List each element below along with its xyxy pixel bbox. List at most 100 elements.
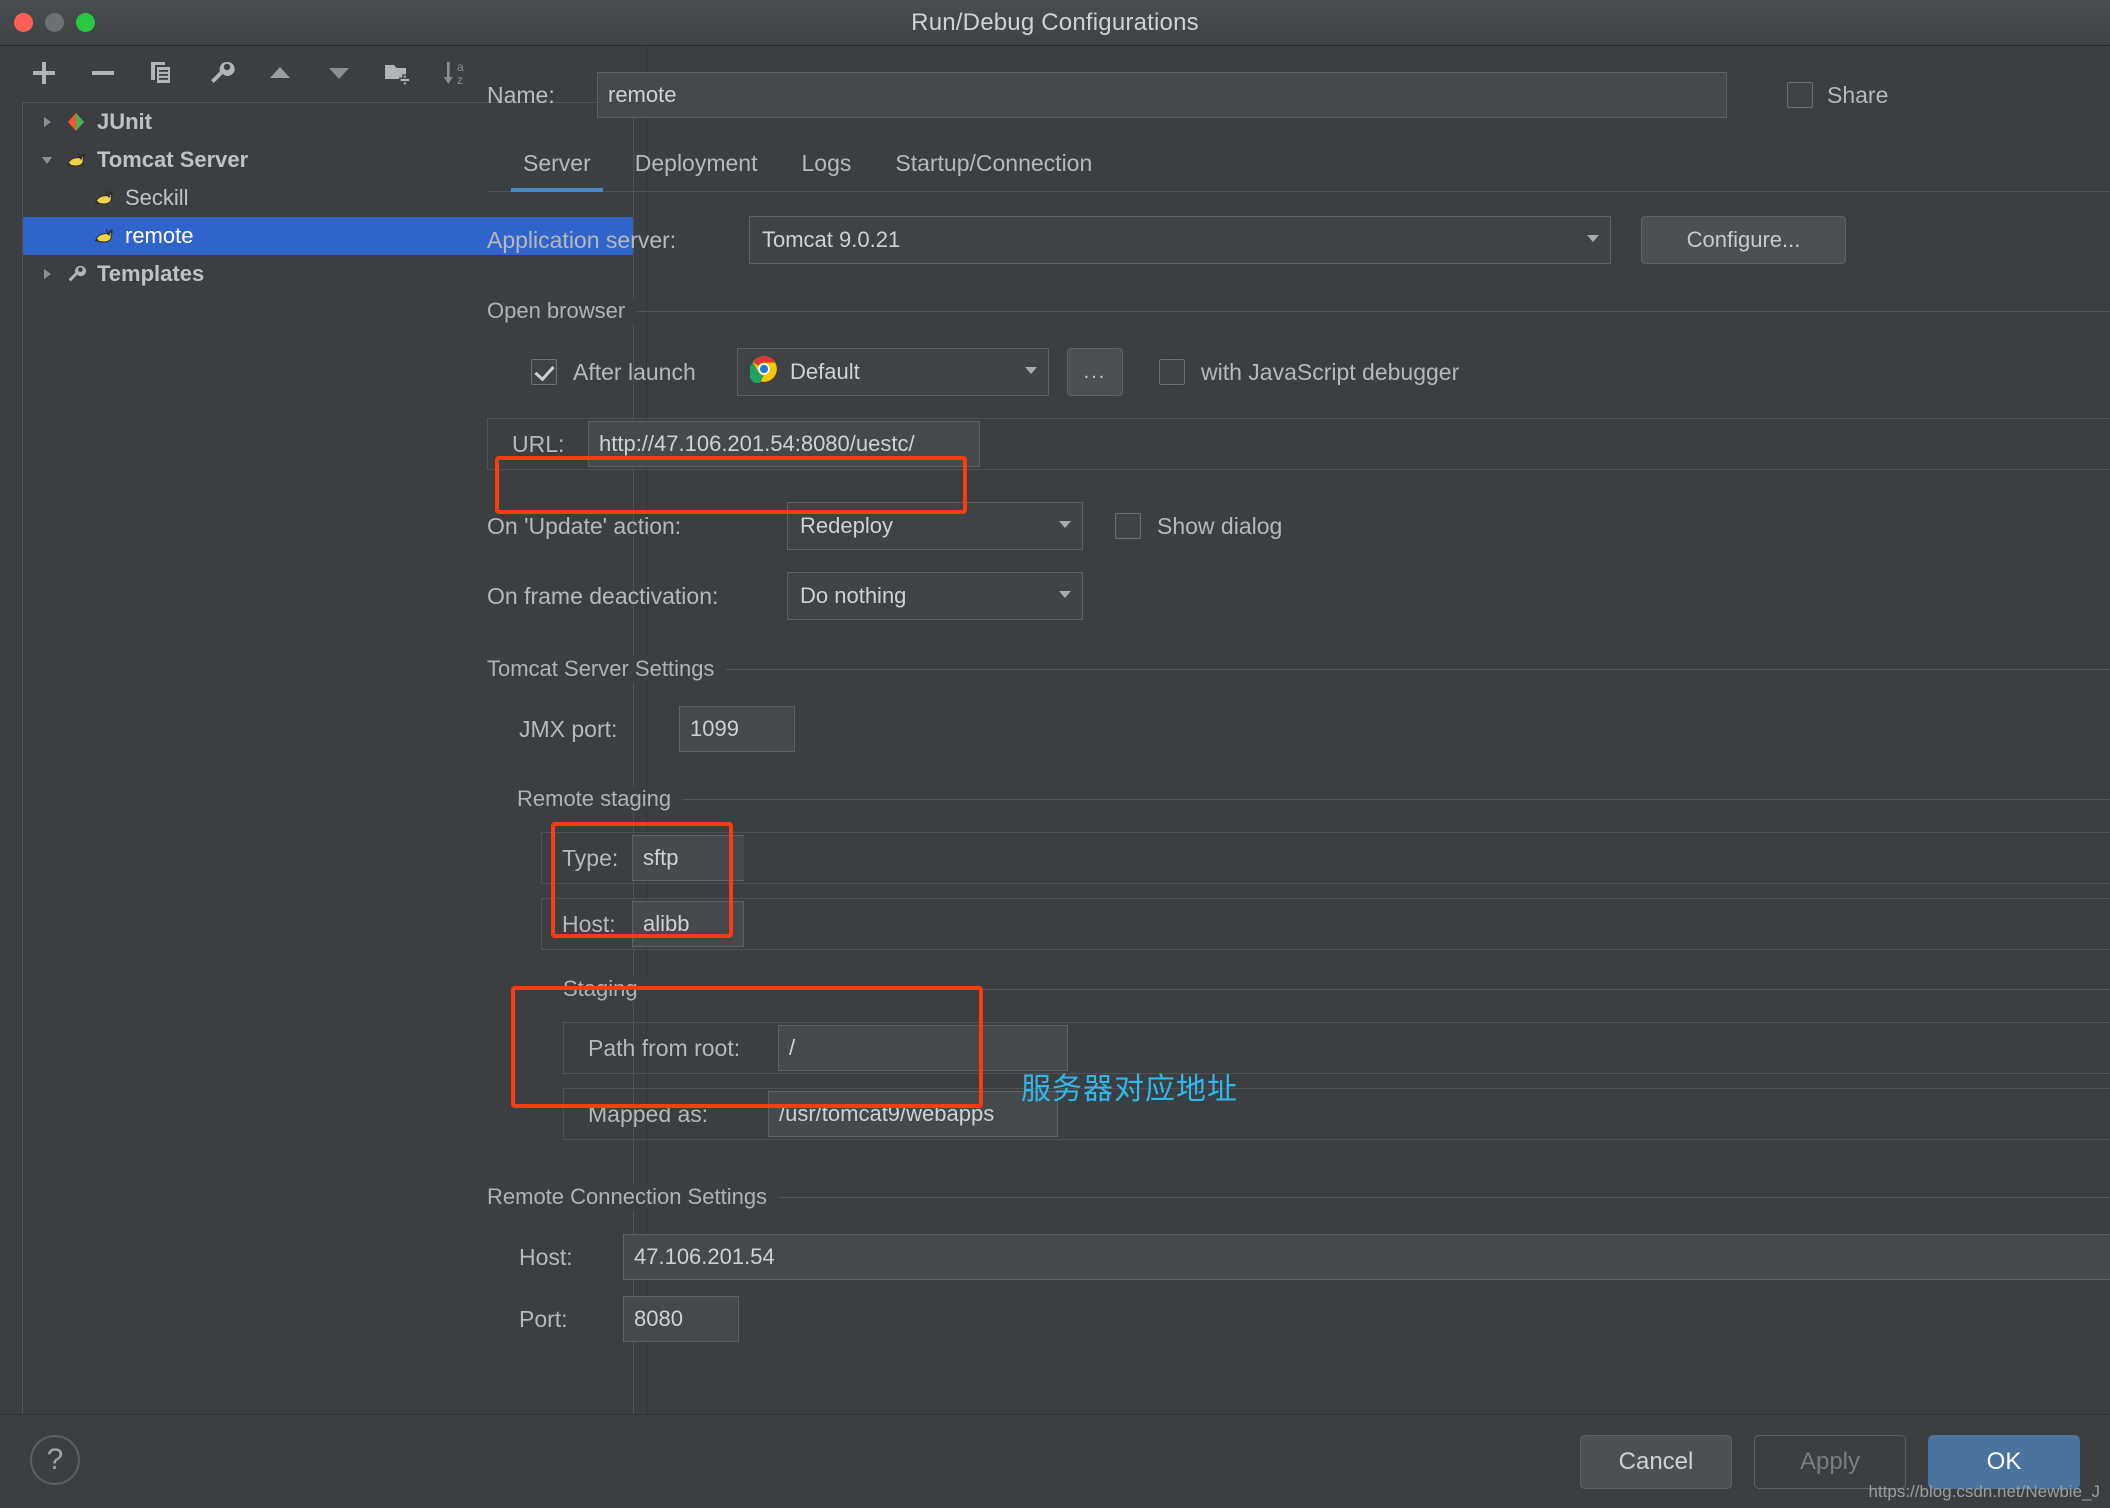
url-input[interactable]: http://47.106.201.54:8080/uestc/ xyxy=(588,421,980,467)
remote-host-label: Host: xyxy=(519,1243,573,1270)
triangle-down-icon[interactable] xyxy=(323,57,355,89)
tomcat-server-settings-title: Tomcat Server Settings xyxy=(487,656,727,682)
on-update-action-row: On 'Update' action: Redeploy Show dialog xyxy=(487,502,2110,550)
remote-connection-settings-header: Remote Connection Settings xyxy=(487,1180,2110,1214)
mapped-as-input[interactable]: /usr/tomcat9/webapps xyxy=(768,1091,1058,1137)
tree-item-label: Seckill xyxy=(125,185,189,210)
staging-title: Staging xyxy=(563,976,650,1002)
triangle-up-icon[interactable] xyxy=(264,57,296,89)
cancel-button[interactable]: Cancel xyxy=(1580,1435,1732,1489)
remote-port-row: Port: 8080 xyxy=(487,1296,2110,1342)
run-debug-configurations-window: Run/Debug Configurations a z JUnit Tomca… xyxy=(0,0,2110,1508)
show-dialog-label: Show dialog xyxy=(1157,512,1283,539)
browser-combo[interactable]: Default xyxy=(737,348,1049,396)
tab-server[interactable]: Server xyxy=(501,142,613,192)
on-frame-deactivation-value: Do nothing xyxy=(800,583,907,608)
browser-value: Default xyxy=(790,359,860,384)
title-bar: Run/Debug Configurations xyxy=(0,0,2110,46)
remote-staging-header: Remote staging xyxy=(517,782,2110,816)
staging-host-value[interactable]: alibb xyxy=(632,901,744,947)
tab-logs[interactable]: Logs xyxy=(779,142,873,191)
svg-text:a: a xyxy=(457,60,464,74)
server-tab-content: Application server: Tomcat 9.0.21 Config… xyxy=(487,192,2110,1397)
jmx-port-label: JMX port: xyxy=(519,715,618,742)
on-frame-deactivation-label: On frame deactivation: xyxy=(487,582,719,609)
browser-ellipsis-button[interactable]: ... xyxy=(1067,348,1123,396)
ok-button[interactable]: OK xyxy=(1928,1435,2080,1489)
dialog-buttons: Cancel Apply OK xyxy=(1580,1435,2080,1489)
name-row: Name: Share xyxy=(473,70,2110,120)
staging-host-row: Host: alibb ... xyxy=(541,898,2110,950)
staging-header: Staging xyxy=(563,972,2110,1006)
url-label: URL: xyxy=(512,430,565,457)
after-launch-label: After launch xyxy=(573,358,696,385)
on-frame-deactivation-combo[interactable]: Do nothing xyxy=(787,572,1083,620)
jmx-port-row: JMX port: 1099 xyxy=(487,706,2110,752)
remote-host-input[interactable]: 47.106.201.54 xyxy=(623,1234,2110,1280)
tomcat-icon xyxy=(61,149,91,171)
tomcat-server-settings-header: Tomcat Server Settings xyxy=(487,652,2110,686)
configuration-editor: Name: Share Server Deployment Logs Start… xyxy=(473,46,2110,1508)
show-dialog-checkbox[interactable] xyxy=(1115,513,1141,539)
share-label: Share xyxy=(1827,81,1889,108)
share-checkbox-group[interactable]: Share xyxy=(1787,82,1888,109)
chevron-down-icon xyxy=(1056,583,1074,609)
help-button[interactable]: ? xyxy=(30,1435,80,1485)
staging-host-label: Host: xyxy=(562,910,616,937)
dialog-footer: ? Cancel Apply OK https://blog.csdn.net/… xyxy=(0,1414,2110,1508)
sort-az-icon[interactable]: a z xyxy=(441,57,473,89)
staging-type-value[interactable]: sftp xyxy=(632,835,744,881)
apply-button[interactable]: Apply xyxy=(1754,1435,1906,1489)
chevron-down-icon xyxy=(1022,359,1040,385)
on-update-action-label: On 'Update' action: xyxy=(487,512,682,539)
copy-icon[interactable] xyxy=(146,57,178,89)
junit-icon xyxy=(61,111,91,133)
name-label: Name: xyxy=(487,81,555,108)
path-from-root-row: Path from root: / xyxy=(563,1022,2110,1074)
configure-button[interactable]: Configure... xyxy=(1641,216,1846,264)
tomcat-icon xyxy=(89,187,119,209)
chevron-down-icon[interactable] xyxy=(33,152,61,168)
share-checkbox[interactable] xyxy=(1787,82,1813,108)
open-browser-section-header: Open browser xyxy=(487,294,2110,328)
tree-item-label: remote xyxy=(125,223,194,248)
add-button[interactable] xyxy=(28,57,60,89)
chevron-down-icon xyxy=(1056,513,1074,539)
chrome-icon xyxy=(748,355,778,389)
tree-item-label: Tomcat Server xyxy=(97,147,249,172)
chevron-right-icon[interactable] xyxy=(33,114,61,130)
staging-host-field: Host: alibb xyxy=(541,898,2110,950)
editor-tabs[interactable]: Server Deployment Logs Startup/Connectio… xyxy=(487,142,2110,192)
path-from-root-label: Path from root: xyxy=(588,1034,741,1061)
remote-host-row: Host: 47.106.201.54 xyxy=(487,1234,2110,1280)
open-browser-title: Open browser xyxy=(487,298,638,324)
url-row: URL: http://47.106.201.54:8080/uestc/ xyxy=(487,418,2110,470)
jmx-port-input[interactable]: 1099 xyxy=(679,706,795,752)
section-divider xyxy=(517,799,2110,800)
remove-button[interactable] xyxy=(87,57,119,89)
remote-port-input[interactable]: 8080 xyxy=(623,1296,739,1342)
staging-type-row: Type: sftp xyxy=(541,832,2110,884)
svg-text:z: z xyxy=(457,73,463,87)
remote-connection-settings-title: Remote Connection Settings xyxy=(487,1184,780,1210)
section-divider xyxy=(487,311,2110,312)
folder-add-icon[interactable] xyxy=(382,57,414,89)
application-server-combo[interactable]: Tomcat 9.0.21 xyxy=(749,216,1611,264)
sidebar-toolbar: a z xyxy=(0,46,473,100)
js-debugger-checkbox[interactable] xyxy=(1159,359,1185,385)
name-input[interactable] xyxy=(597,72,1727,118)
on-frame-deactivation-row: On frame deactivation: Do nothing xyxy=(487,572,2110,620)
tab-deployment[interactable]: Deployment xyxy=(613,142,780,191)
on-update-action-combo[interactable]: Redeploy xyxy=(787,502,1083,550)
chevron-right-icon[interactable] xyxy=(33,266,61,282)
wrench-icon xyxy=(61,263,91,285)
mapped-as-row: Mapped as: /usr/tomcat9/webapps xyxy=(563,1088,2110,1140)
tab-startup-connection[interactable]: Startup/Connection xyxy=(873,142,1114,191)
after-launch-checkbox[interactable] xyxy=(531,359,557,385)
application-server-row: Application server: Tomcat 9.0.21 Config… xyxy=(487,216,2110,264)
after-launch-row: After launch Default ... with JavaScript… xyxy=(487,348,2110,396)
mapped-as-label: Mapped as: xyxy=(588,1100,709,1127)
wrench-icon[interactable] xyxy=(205,57,237,89)
on-update-action-value: Redeploy xyxy=(800,513,893,538)
application-server-value: Tomcat 9.0.21 xyxy=(762,227,901,252)
